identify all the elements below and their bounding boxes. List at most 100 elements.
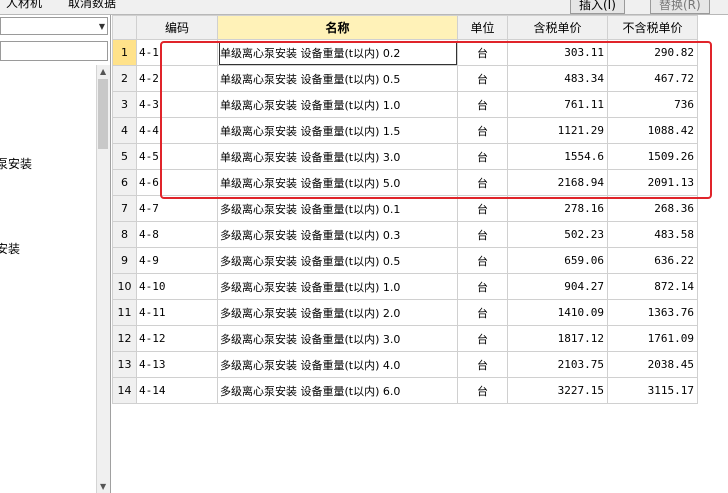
cell-price-with-tax[interactable]: 2168.94: [507, 169, 608, 196]
cell-price-without-tax[interactable]: 268.36: [607, 195, 698, 222]
cell-unit[interactable]: 台: [457, 117, 508, 144]
cell-unit[interactable]: 台: [457, 91, 508, 118]
row-number[interactable]: 8: [112, 221, 137, 248]
cell-name[interactable]: 多级离心泵安装 设备重量(t以内) 4.0: [217, 351, 458, 378]
row-number[interactable]: 3: [112, 91, 137, 118]
cell-unit[interactable]: 台: [457, 351, 508, 378]
header-name[interactable]: 名称: [217, 15, 458, 40]
cell-price-with-tax[interactable]: 904.27: [507, 273, 608, 300]
cell-code[interactable]: 4-9: [136, 247, 218, 274]
cell-unit[interactable]: 台: [457, 273, 508, 300]
cell-price-without-tax[interactable]: 872.14: [607, 273, 698, 300]
row-number[interactable]: 5: [112, 143, 137, 170]
scrollbar-thumb[interactable]: [98, 79, 108, 149]
category-dropdown[interactable]: ▼: [0, 17, 108, 35]
row-number[interactable]: 1: [112, 39, 137, 66]
cell-unit[interactable]: 台: [457, 325, 508, 352]
table-row[interactable]: 2 4-2 单级离心泵安装 设备重量(t以内) 0.5 台 483.34 467.72: [112, 65, 698, 92]
header-price-with-tax[interactable]: 含税单价: [507, 15, 608, 40]
cell-name[interactable]: 单级离心泵安装 设备重量(t以内) 1.5: [217, 117, 458, 144]
cell-price-with-tax[interactable]: 659.06: [507, 247, 608, 274]
cell-name[interactable]: 多级离心泵安装 设备重量(t以内) 1.0: [217, 273, 458, 300]
cell-code[interactable]: 4-4: [136, 117, 218, 144]
table-row[interactable]: 9 4-9 多级离心泵安装 设备重量(t以内) 0.5 台 659.06 636.22: [112, 247, 698, 274]
cell-unit[interactable]: 台: [457, 247, 508, 274]
row-number[interactable]: 14: [112, 377, 137, 404]
cell-price-without-tax[interactable]: 1088.42: [607, 117, 698, 144]
cell-code[interactable]: 4-6: [136, 169, 218, 196]
scroll-down-icon[interactable]: ▼: [100, 482, 106, 491]
cell-price-with-tax[interactable]: 2103.75: [507, 351, 608, 378]
cell-unit[interactable]: 台: [457, 221, 508, 248]
table-row[interactable]: 1 4-1 单级离心泵安装 设备重量(t以内) 0.2 台 303.11 290.82: [112, 39, 698, 66]
cell-name[interactable]: 多级离心泵安装 设备重量(t以内) 2.0: [217, 299, 458, 326]
row-number[interactable]: 10: [112, 273, 137, 300]
cell-code[interactable]: 4-7: [136, 195, 218, 222]
header-unit[interactable]: 单位: [457, 15, 508, 40]
tree-node-install[interactable]: 安装: [0, 240, 20, 257]
cell-price-with-tax[interactable]: 1121.29: [507, 117, 608, 144]
cell-price-without-tax[interactable]: 2091.13: [607, 169, 698, 196]
cell-name[interactable]: 单级离心泵安装 设备重量(t以内) 1.0: [217, 91, 458, 118]
tab-labor-material[interactable]: 人材机: [0, 0, 48, 12]
cell-price-without-tax[interactable]: 736: [607, 91, 698, 118]
table-row[interactable]: 13 4-13 多级离心泵安装 设备重量(t以内) 4.0 台 2103.75 2038.…: [112, 351, 698, 378]
cell-price-without-tax[interactable]: 636.22: [607, 247, 698, 274]
cell-code[interactable]: 4-11: [136, 299, 218, 326]
header-code[interactable]: 编码: [136, 15, 218, 40]
table-row[interactable]: 10 4-10 多级离心泵安装 设备重量(t以内) 1.0 台 904.27 872.14: [112, 273, 698, 300]
cell-code[interactable]: 4-14: [136, 377, 218, 404]
cell-price-with-tax[interactable]: 3227.15: [507, 377, 608, 404]
cell-code[interactable]: 4-12: [136, 325, 218, 352]
cell-name[interactable]: 单级离心泵安装 设备重量(t以内) 5.0: [217, 169, 458, 196]
cell-code[interactable]: 4-13: [136, 351, 218, 378]
cell-price-with-tax[interactable]: 303.11: [507, 39, 608, 66]
row-number[interactable]: 12: [112, 325, 137, 352]
table-row[interactable]: 14 4-14 多级离心泵安装 设备重量(t以内) 6.0 台 3227.15 3115.…: [112, 377, 698, 404]
cell-price-without-tax[interactable]: 483.58: [607, 221, 698, 248]
cell-price-with-tax[interactable]: 1817.12: [507, 325, 608, 352]
cell-name[interactable]: 单级离心泵安装 设备重量(t以内) 0.2: [217, 39, 458, 66]
cell-name[interactable]: 多级离心泵安装 设备重量(t以内) 6.0: [217, 377, 458, 404]
cell-price-with-tax[interactable]: 761.11: [507, 91, 608, 118]
cell-price-without-tax[interactable]: 1509.26: [607, 143, 698, 170]
cell-price-with-tax[interactable]: 502.23: [507, 221, 608, 248]
insert-button[interactable]: 插入(I): [570, 0, 625, 14]
cell-name[interactable]: 多级离心泵安装 设备重量(t以内) 0.1: [217, 195, 458, 222]
row-number[interactable]: 9: [112, 247, 137, 274]
row-number[interactable]: 7: [112, 195, 137, 222]
vertical-scrollbar[interactable]: ▲ ▼: [96, 65, 110, 493]
tab-cancel-data[interactable]: 取消数据: [62, 0, 122, 12]
cell-code[interactable]: 4-3: [136, 91, 218, 118]
row-number[interactable]: 2: [112, 65, 137, 92]
table-row[interactable]: 5 4-5 单级离心泵安装 设备重量(t以内) 3.0 台 1554.6 1509.26: [112, 143, 698, 170]
table-row[interactable]: 7 4-7 多级离心泵安装 设备重量(t以内) 0.1 台 278.16 268.36: [112, 195, 698, 222]
tree-node-pump-install[interactable]: 泵安装: [0, 155, 32, 172]
cell-unit[interactable]: 台: [457, 377, 508, 404]
cell-unit[interactable]: 台: [457, 65, 508, 92]
replace-button[interactable]: 替换(R): [650, 0, 710, 14]
table-row[interactable]: 4 4-4 单级离心泵安装 设备重量(t以内) 1.5 台 1121.29 1088.42: [112, 117, 698, 144]
cell-name[interactable]: 多级离心泵安装 设备重量(t以内) 0.5: [217, 247, 458, 274]
cell-unit[interactable]: 台: [457, 299, 508, 326]
cell-price-with-tax[interactable]: 278.16: [507, 195, 608, 222]
cell-price-without-tax[interactable]: 467.72: [607, 65, 698, 92]
cell-price-with-tax[interactable]: 483.34: [507, 65, 608, 92]
table-row[interactable]: 3 4-3 单级离心泵安装 设备重量(t以内) 1.0 台 761.11 736: [112, 91, 698, 118]
row-number[interactable]: 6: [112, 169, 137, 196]
row-number[interactable]: 11: [112, 299, 137, 326]
cell-code[interactable]: 4-10: [136, 273, 218, 300]
cell-name[interactable]: 多级离心泵安装 设备重量(t以内) 3.0: [217, 325, 458, 352]
cell-price-without-tax[interactable]: 2038.45: [607, 351, 698, 378]
cell-code[interactable]: 4-1: [136, 39, 218, 66]
cell-name[interactable]: 多级离心泵安装 设备重量(t以内) 0.3: [217, 221, 458, 248]
cell-unit[interactable]: 台: [457, 143, 508, 170]
cell-price-with-tax[interactable]: 1554.6: [507, 143, 608, 170]
row-number[interactable]: 4: [112, 117, 137, 144]
table-row[interactable]: 12 4-12 多级离心泵安装 设备重量(t以内) 3.0 台 1817.12 1761.…: [112, 325, 698, 352]
scroll-up-icon[interactable]: ▲: [100, 67, 106, 76]
cell-price-without-tax[interactable]: 1761.09: [607, 325, 698, 352]
row-number[interactable]: 13: [112, 351, 137, 378]
search-input[interactable]: [0, 41, 108, 61]
cell-price-without-tax[interactable]: 290.82: [607, 39, 698, 66]
